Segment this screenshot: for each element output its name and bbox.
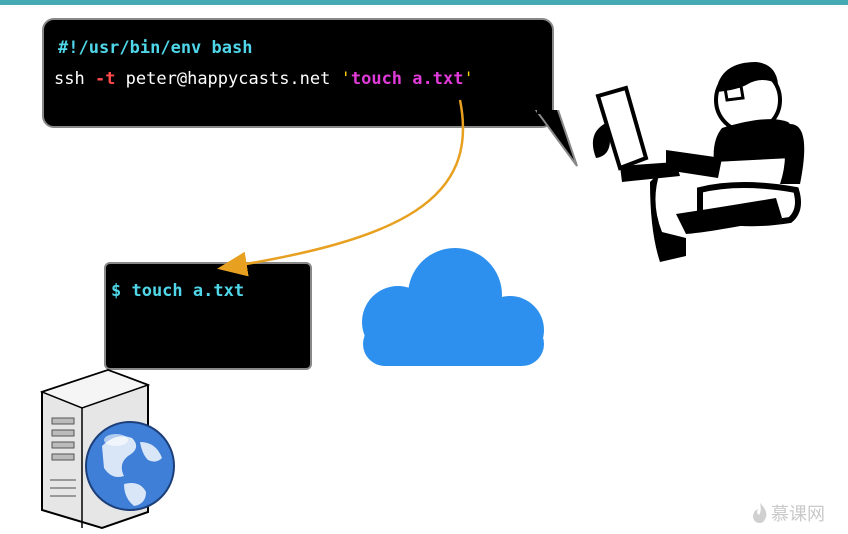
globe-icon (85, 421, 175, 511)
ssh-flow-arrow (217, 99, 465, 277)
flame-logo-icon (753, 503, 767, 523)
watermark-text: 慕课网 (771, 504, 825, 525)
cloud-icon (362, 248, 544, 366)
computer-user-icon (592, 62, 805, 262)
diagram-graphics (39, 62, 805, 530)
watermark: 慕课网 (752, 500, 825, 526)
